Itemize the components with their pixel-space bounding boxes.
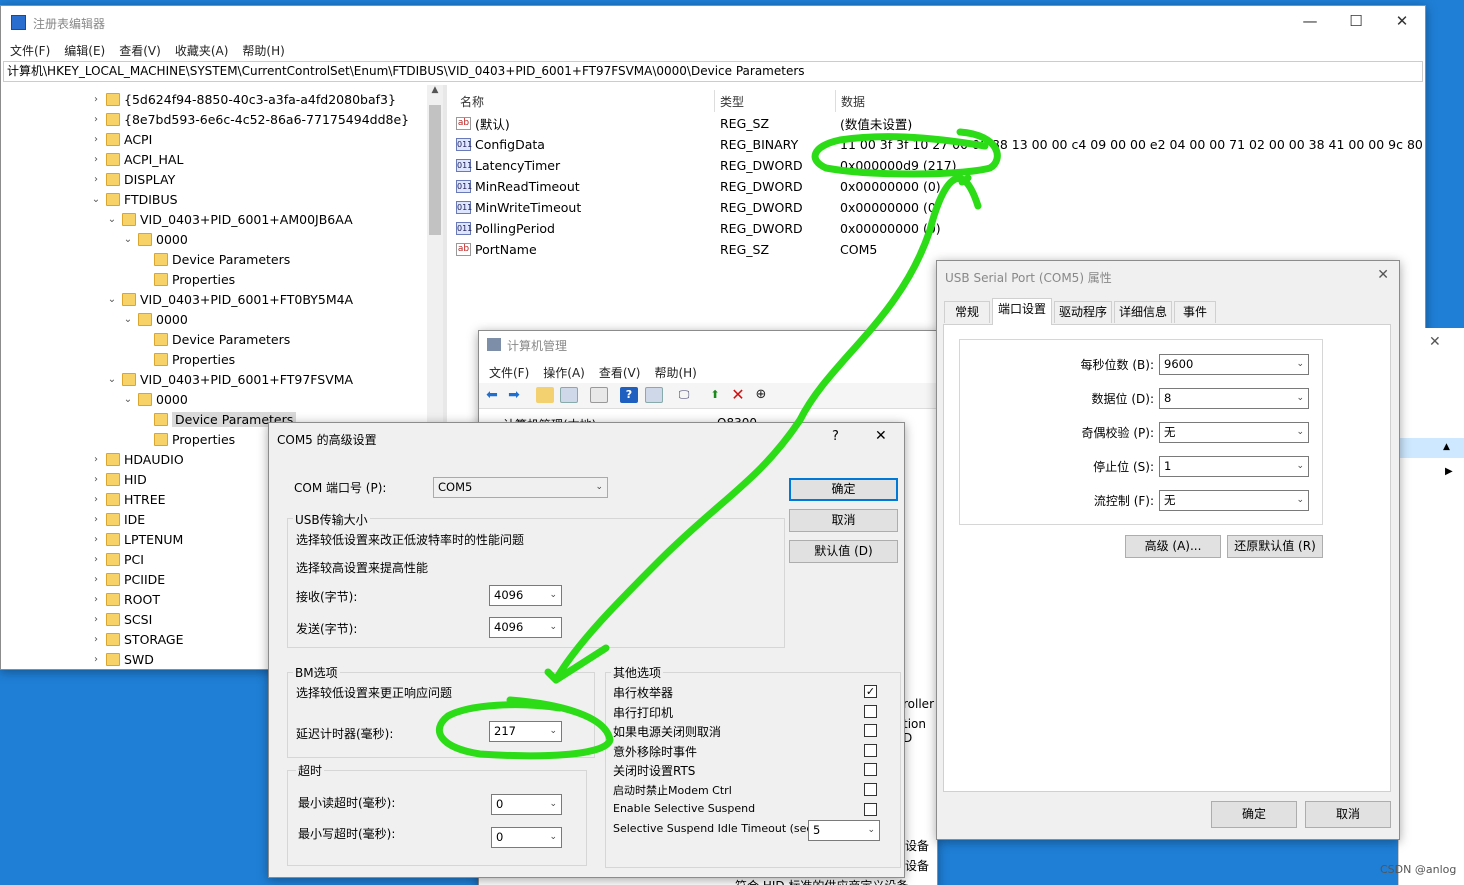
watermark: CSDN @anlog <box>1380 863 1457 876</box>
arrowhead-top <box>958 174 972 186</box>
highlight-ellipse-latency <box>435 696 614 760</box>
connector-arrow <box>554 175 982 680</box>
highlight-ellipse-registry <box>811 128 1001 178</box>
annotation-overlay <box>435 128 1001 760</box>
